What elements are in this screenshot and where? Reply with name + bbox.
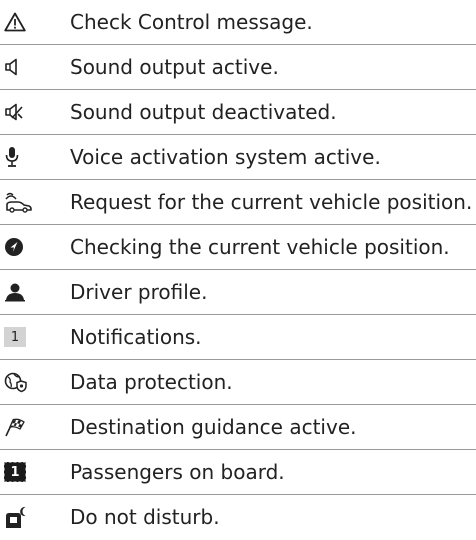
- table-row: Checking the current vehicle position.: [0, 225, 476, 270]
- table-row: Request for the current vehicle position…: [0, 180, 476, 225]
- speaker-muted-icon: [5, 103, 23, 121]
- passengers-count-icon: 1: [4, 462, 26, 482]
- checkered-flag-icon: [5, 418, 25, 437]
- compass-navigation-icon: [5, 238, 23, 256]
- row-label: Checking the current vehicle position.: [70, 235, 450, 259]
- row-label: Request for the current vehicle position…: [70, 190, 473, 214]
- symbol-table: Check Control message. Sound output acti…: [0, 0, 476, 536]
- passengers-count: 1: [10, 464, 20, 480]
- car-request-position-icon: [5, 192, 32, 213]
- table-row: 1 Passengers on board.: [0, 450, 476, 495]
- speaker-icon: [5, 58, 17, 76]
- row-label: Data protection.: [70, 370, 233, 394]
- notification-count-icon: 1: [4, 327, 26, 347]
- row-label: Passengers on board.: [70, 460, 285, 484]
- notification-count: 1: [10, 329, 20, 345]
- table-row: Check Control message.: [0, 0, 476, 45]
- row-label: Notifications.: [70, 325, 202, 349]
- microphone-icon: [5, 147, 19, 167]
- table-row: Sound output active.: [0, 45, 476, 90]
- do-not-disturb-icon: [6, 506, 26, 528]
- table-row: 1 Notifications.: [0, 315, 476, 360]
- table-row: Sound output deactivated.: [0, 90, 476, 135]
- row-label: Check Control message.: [70, 10, 313, 34]
- table-row: Do not disturb.: [0, 495, 476, 540]
- table-row: Destination guidance active.: [0, 405, 476, 450]
- driver-profile-icon: [5, 283, 25, 302]
- table-row: Driver profile.: [0, 270, 476, 315]
- warning-triangle-icon: [4, 12, 26, 32]
- row-label: Do not disturb.: [70, 505, 220, 529]
- row-label: Destination guidance active.: [70, 415, 357, 439]
- row-label: Driver profile.: [70, 280, 208, 304]
- row-label: Voice activation system active.: [70, 145, 381, 169]
- table-row: Voice activation system active.: [0, 135, 476, 180]
- table-row: Data protection.: [0, 360, 476, 405]
- row-label: Sound output active.: [70, 55, 279, 79]
- row-label: Sound output deactivated.: [70, 100, 337, 124]
- data-protection-icon: [4, 372, 27, 393]
